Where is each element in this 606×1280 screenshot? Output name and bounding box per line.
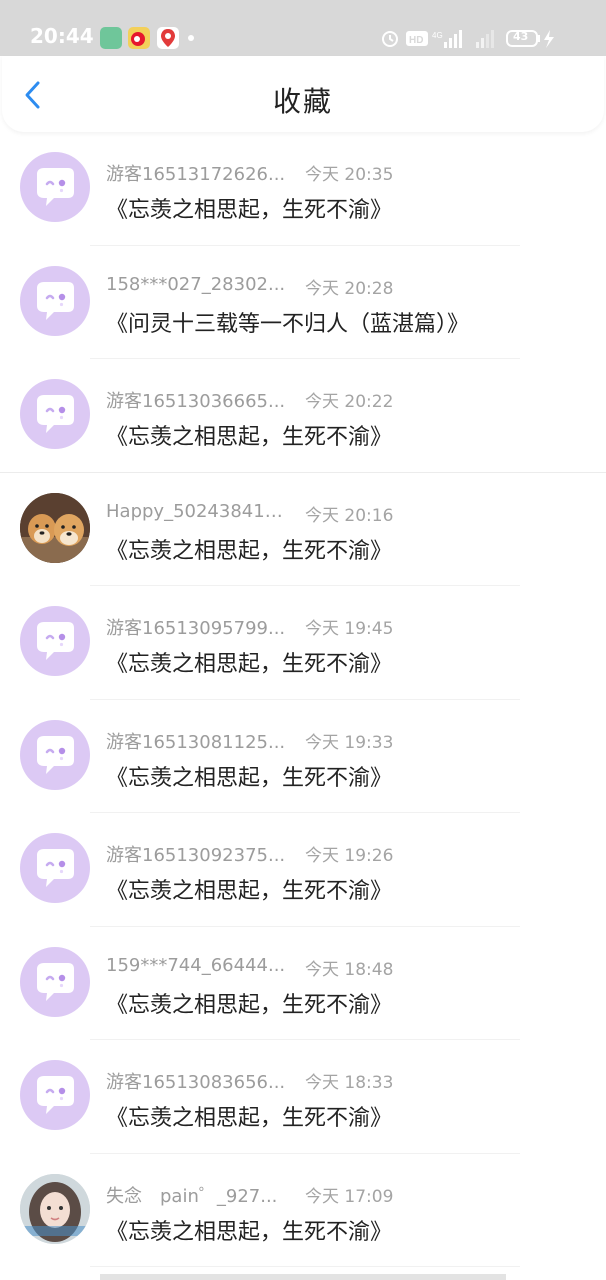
more-dot-icon bbox=[188, 35, 194, 41]
list-item[interactable]: 游客16513095799... 今天 19:45 《忘羡之相思起，生死不渝》 bbox=[0, 586, 606, 700]
chat-bot-icon bbox=[37, 849, 74, 887]
story-title[interactable]: 《忘羡之相思起，生死不渝》 bbox=[106, 760, 392, 792]
user-name: 游客16513083656... bbox=[106, 1072, 286, 1093]
user-name: 游客16513172626... bbox=[106, 164, 286, 185]
svg-text:4G: 4G bbox=[432, 31, 443, 40]
avatar[interactable] bbox=[20, 492, 90, 563]
story-title[interactable]: 《忘羡之相思起，生死不渝》 bbox=[106, 987, 392, 1019]
user-name: 游客16513036665... bbox=[106, 391, 286, 412]
list-item[interactable]: Happy_5024384142... 今天 20:16 《忘羡之相思起，生死不渝》 bbox=[0, 473, 606, 586]
list-item[interactable]: 游客16513083656... 今天 18:33 《忘羡之相思起，生死不渝》 bbox=[0, 1040, 606, 1154]
timestamp: 今天 19:33 bbox=[305, 732, 394, 753]
user-name: Happy_5024384142... bbox=[106, 500, 286, 522]
list-item[interactable]: 游客16513172626... 今天 20:35 《忘羡之相思起，生死不渝》 bbox=[0, 132, 606, 246]
timestamp: 今天 19:45 bbox=[305, 619, 394, 639]
user-name: 游客16513081125... bbox=[106, 731, 286, 753]
story-title[interactable]: 《忘羡之相思起，生死不渝》 bbox=[106, 419, 392, 451]
avatar[interactable] bbox=[20, 946, 90, 1017]
story-title[interactable]: 《忘羡之相思起，生死不渝》 bbox=[106, 646, 392, 678]
chat-bot-icon bbox=[37, 281, 74, 320]
map-pin-icon bbox=[157, 27, 179, 49]
user-name: 游客16513095799... bbox=[106, 618, 286, 639]
avatar[interactable] bbox=[20, 265, 90, 336]
timestamp: 今天 18:48 bbox=[305, 959, 394, 980]
timestamp: 今天 20:35 bbox=[305, 165, 394, 185]
user-name: 失念 pain゜_927... bbox=[106, 1185, 278, 1207]
favorites-list: 游客16513172626... 今天 20:35 《忘羡之相思起，生死不渝》 158… bbox=[0, 132, 606, 1267]
avatar[interactable] bbox=[20, 833, 90, 903]
timestamp: 今天 18:33 bbox=[305, 1073, 394, 1093]
story-title[interactable]: 《忘羡之相思起，生死不渝》 bbox=[106, 1214, 392, 1246]
avatar[interactable] bbox=[20, 152, 90, 222]
svg-text:HD: HD bbox=[409, 35, 423, 46]
list-item[interactable]: 游客16513092375... 今天 19:26 《忘羡之相思起，生死不渝》 bbox=[0, 813, 606, 927]
story-title[interactable]: 《忘羡之相思起，生死不渝》 bbox=[106, 1100, 392, 1132]
timestamp: 今天 20:16 bbox=[305, 505, 394, 526]
divider bbox=[90, 1266, 520, 1267]
chat-bot-icon bbox=[37, 735, 74, 774]
timestamp: 今天 20:22 bbox=[305, 392, 394, 412]
alarm-icon bbox=[382, 31, 398, 47]
list-item[interactable]: 失念 pain゜_927... 今天 17:09 《忘羡之相思起，生死不渝》 bbox=[0, 1154, 606, 1267]
app-notification-icon bbox=[100, 27, 122, 49]
avatar[interactable] bbox=[20, 1060, 90, 1130]
list-item[interactable]: 游客16513036665... 今天 20:22 《忘羡之相思起，生死不渝》 bbox=[0, 359, 606, 473]
avatar[interactable] bbox=[20, 719, 90, 790]
weibo-icon bbox=[128, 27, 150, 49]
scroll-edge bbox=[100, 1274, 506, 1280]
user-name: 游客16513092375... bbox=[106, 845, 286, 866]
story-title[interactable]: 《问灵十三载等一不归人（蓝湛篇）》 bbox=[106, 306, 469, 338]
timestamp: 今天 17:09 bbox=[305, 1186, 394, 1207]
story-title[interactable]: 《忘羡之相思起，生死不渝》 bbox=[106, 873, 392, 905]
status-bar: 20:44 HD 4G 43 bbox=[0, 0, 606, 56]
system-icons: HD 4G 43 bbox=[376, 28, 596, 48]
header: 收藏 bbox=[2, 56, 604, 132]
avatar[interactable] bbox=[20, 606, 90, 676]
chat-bot-icon bbox=[37, 395, 74, 433]
story-title[interactable]: 《忘羡之相思起，生死不渝》 bbox=[106, 533, 392, 565]
story-title[interactable]: 《忘羡之相思起，生死不渝》 bbox=[106, 192, 392, 224]
girl-photo-icon bbox=[20, 1173, 90, 1244]
battery-level: 43 bbox=[513, 30, 529, 43]
timestamp: 今天 20:28 bbox=[305, 278, 394, 299]
avatar[interactable] bbox=[20, 1173, 90, 1244]
chat-bot-icon bbox=[37, 168, 74, 206]
list-item[interactable]: 游客16513081125... 今天 19:33 《忘羡之相思起，生死不渝》 bbox=[0, 700, 606, 813]
chat-bot-icon bbox=[37, 962, 74, 1001]
avatar[interactable] bbox=[20, 379, 90, 449]
list-item[interactable]: 159***744_66444... 今天 18:48 《忘羡之相思起，生死不渝》 bbox=[0, 927, 606, 1040]
user-name: 158***027_28302... bbox=[106, 273, 286, 295]
dogs-photo-icon bbox=[20, 492, 90, 563]
timestamp: 今天 19:26 bbox=[305, 846, 394, 866]
chat-bot-icon bbox=[37, 622, 74, 660]
chat-bot-icon bbox=[37, 1076, 74, 1114]
page-title: 收藏 bbox=[272, 85, 333, 118]
list-item[interactable]: 158***027_28302... 今天 20:28 《问灵十三载等一不归人（蓝湛… bbox=[0, 246, 606, 359]
status-time: 20:44 bbox=[30, 24, 94, 48]
user-name: 159***744_66444... bbox=[106, 954, 286, 976]
